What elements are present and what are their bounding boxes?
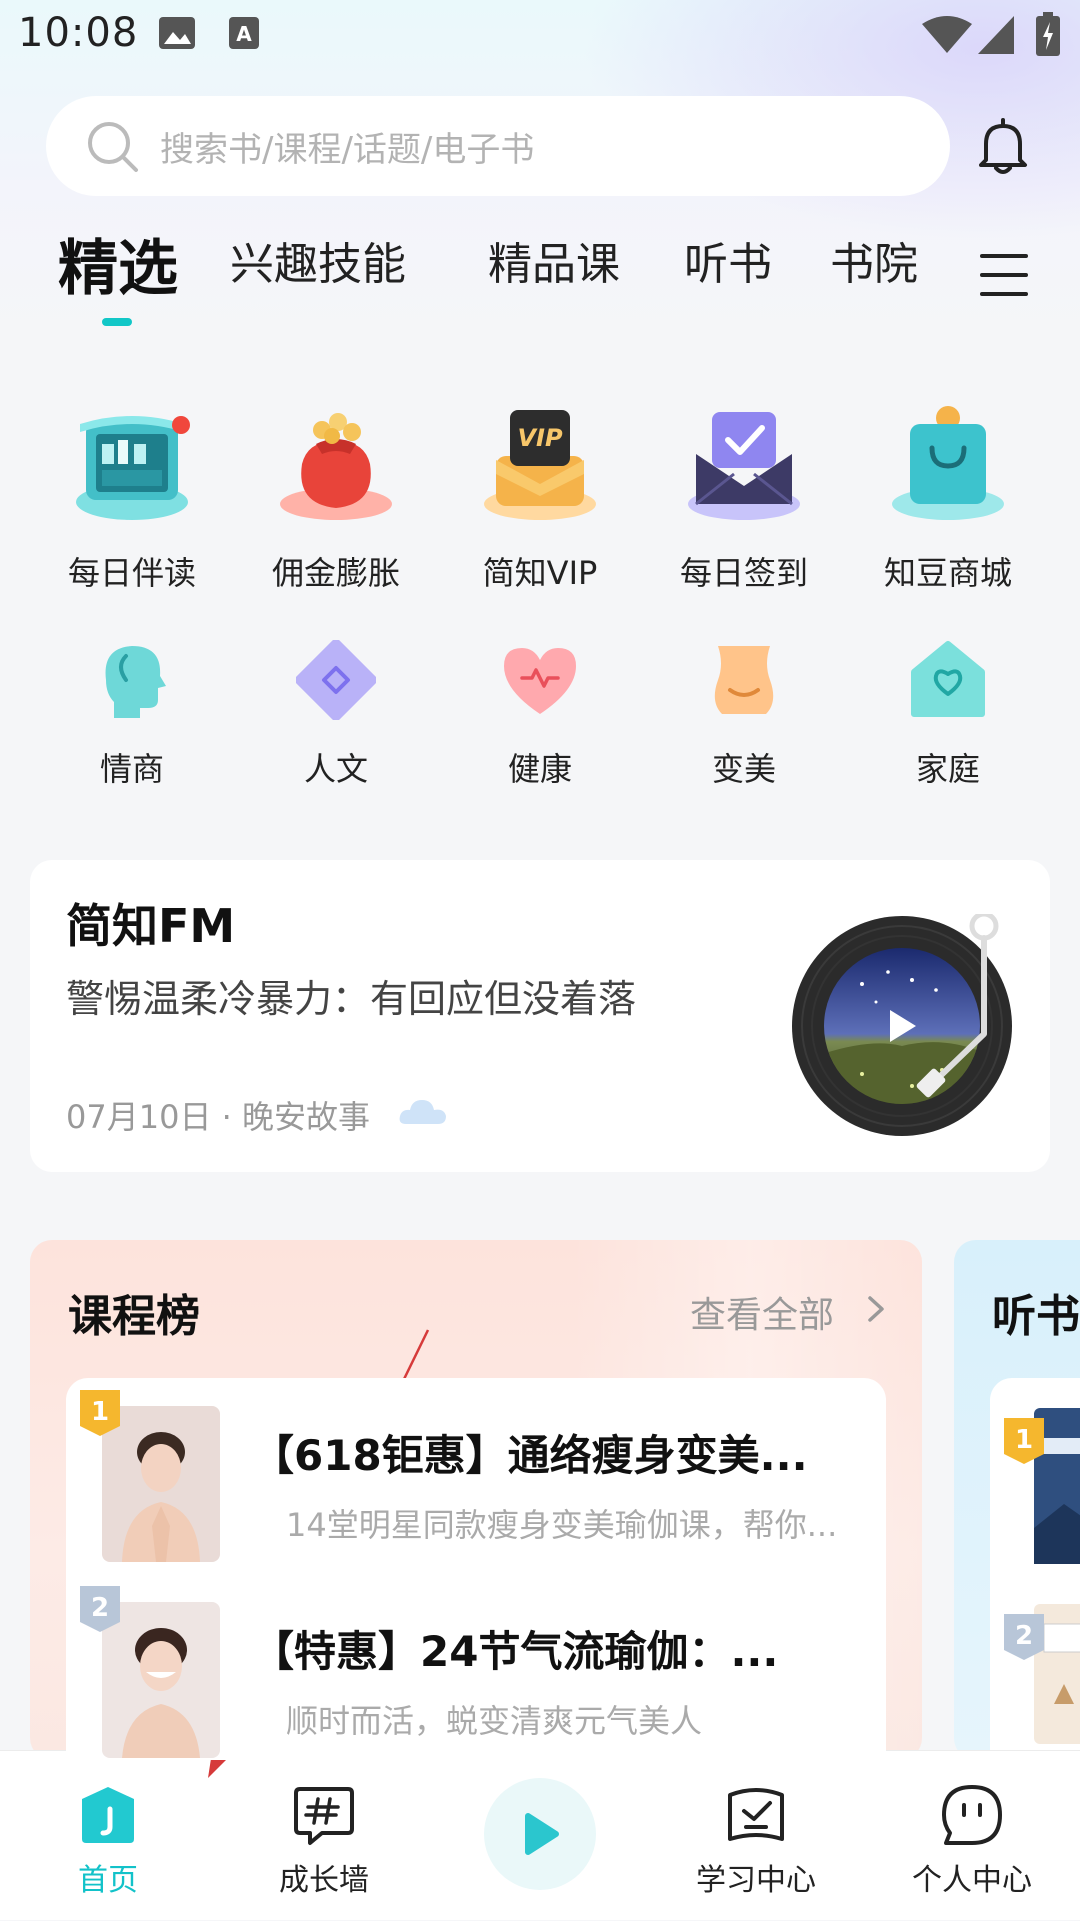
chevron-right-icon[interactable]	[866, 1294, 886, 1324]
fm-record-player[interactable]	[792, 914, 1022, 1144]
diamond-icon	[296, 640, 376, 720]
list-item[interactable]: 2 【特惠】24节气流瑜伽：... 顺时而活，蜕变清爽元气美人	[66, 1574, 886, 1758]
course-rank-list: 1 【618钜惠】通络瘦身变美... 14堂明星同款瘦身变美瑜伽课，帮你... …	[66, 1378, 886, 1760]
quick-label: 情商	[99, 750, 164, 788]
quick-label: 人文	[303, 750, 368, 788]
svg-text:1: 1	[1015, 1425, 1033, 1455]
quick-label: 健康	[507, 750, 572, 788]
svg-text:2: 2	[91, 1593, 109, 1623]
status-time: 10:08	[18, 10, 139, 56]
body-icon	[714, 646, 774, 714]
tab-audiobooks[interactable]: 听书	[684, 228, 772, 292]
nav-label: 首页	[78, 1863, 138, 1898]
hashtag-chat-icon	[294, 1787, 354, 1845]
status-bar: 10:08 A	[0, 0, 1080, 72]
play-icon	[525, 1813, 559, 1855]
gallery-icon	[159, 17, 195, 49]
smile-chat-icon	[942, 1785, 1002, 1845]
course-title: 【618钜惠】通络瘦身变美...	[252, 1431, 808, 1480]
fm-title: 简知FM	[66, 899, 236, 953]
fm-meta: 07月10日 · 晚安故事	[66, 1098, 370, 1136]
book-rank-title: 听书	[992, 1291, 1080, 1342]
rank-2-badge: 2	[1004, 1614, 1044, 1660]
heart-icon	[504, 648, 576, 714]
nav-study-center[interactable]: 学习中心	[648, 1751, 864, 1921]
quick-label: 每日伴读	[67, 554, 196, 592]
course-rank-title: 课程榜	[68, 1291, 200, 1342]
nav-profile[interactable]: 个人中心	[864, 1751, 1080, 1921]
quick-label: 每日签到	[679, 554, 808, 592]
tab-interest-skills[interactable]: 兴趣技能	[230, 228, 406, 292]
course-description: 顺时而活，蜕变清爽元气美人	[286, 1702, 703, 1740]
menu-icon[interactable]	[980, 252, 1028, 298]
view-all-link[interactable]: 查看全部	[690, 1286, 834, 1338]
rank-1-badge: 1	[1004, 1418, 1044, 1464]
svg-text:2: 2	[1015, 1621, 1033, 1651]
rank-1-badge: 1	[80, 1390, 120, 1436]
tab-indicator	[102, 318, 132, 326]
tab-academy[interactable]: 书院	[830, 228, 918, 292]
play-button[interactable]	[484, 1778, 596, 1890]
nav-growth-wall[interactable]: 成长墙	[216, 1751, 432, 1921]
rank-2-badge: 2	[80, 1586, 120, 1632]
keyboard-a-icon: A	[229, 17, 259, 49]
nav-label: 个人中心	[912, 1863, 1032, 1898]
category-tabs: 精选 兴趣技能 精品课 听书 书院	[0, 228, 1080, 338]
money-bag-icon	[280, 413, 392, 520]
signal-icon	[978, 16, 1014, 54]
quick-label: 简知VIP	[482, 554, 598, 592]
tab-premium-courses[interactable]: 精品课	[488, 228, 620, 292]
fm-episode-title: 警惕温柔冷暴力：有回应但没着落	[66, 977, 637, 1021]
book-rank-list: 1 2	[990, 1378, 1080, 1760]
fm-card[interactable]: 简知FM 警惕温柔冷暴力：有回应但没着落 07月10日 · 晚安故事	[30, 860, 1050, 1172]
svg-text:1: 1	[91, 1397, 109, 1427]
search-input[interactable]: 搜索书/课程/话题/电子书	[46, 96, 950, 196]
vip-icon: VIP	[484, 410, 596, 520]
course-title: 【特惠】24节气流瑜伽：...	[252, 1627, 779, 1676]
shopping-bag-icon	[892, 406, 1004, 520]
quick-label: 佣金膨胀	[271, 554, 400, 592]
bell-icon[interactable]	[976, 118, 1030, 176]
quick-label: 家庭	[915, 750, 980, 788]
svg-text:VIP: VIP	[517, 424, 563, 452]
course-rank-card: 课程榜 查看全部 1 【618钜惠】通络瘦身变美... 14堂明星同款瘦身变美瑜…	[30, 1240, 922, 1760]
quick-label: 知豆商城	[883, 554, 1012, 592]
book-rank-card[interactable]: 听书 1 2	[954, 1240, 1080, 1760]
list-item[interactable]: 1 【618钜惠】通络瘦身变美... 14堂明星同款瘦身变美瑜伽课，帮你...	[66, 1378, 886, 1562]
course-description: 14堂明星同款瘦身变美瑜伽课，帮你...	[286, 1506, 838, 1544]
quick-label: 变美	[711, 750, 776, 788]
checkin-envelope-icon	[688, 412, 800, 520]
home-icon	[82, 1787, 134, 1843]
tab-featured[interactable]: 精选	[58, 220, 178, 307]
notification-dot	[172, 416, 190, 434]
cloud-icon	[399, 1100, 446, 1124]
nav-label: 成长墙	[279, 1863, 369, 1898]
study-book-icon	[728, 1788, 784, 1841]
nav-home[interactable]: 首页	[0, 1751, 216, 1921]
svg-text:A: A	[236, 22, 252, 46]
home-heart-icon	[911, 641, 985, 717]
search-placeholder: 搜索书/课程/话题/电子书	[160, 130, 535, 170]
search-icon	[88, 122, 138, 172]
head-icon	[105, 646, 166, 718]
nav-label: 学习中心	[696, 1863, 816, 1898]
wifi-icon	[922, 16, 972, 53]
battery-icon	[1036, 12, 1060, 56]
